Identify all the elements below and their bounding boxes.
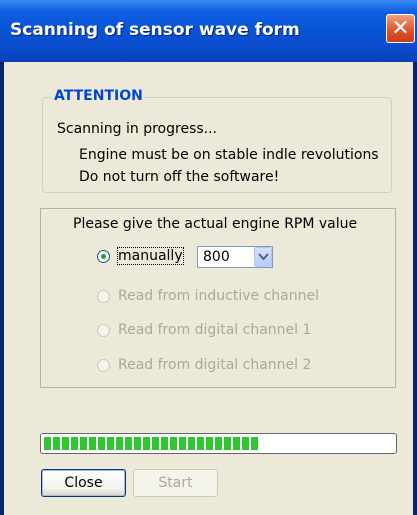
chevron-down-icon[interactable] [254,247,272,267]
close-button[interactable]: Close [41,469,126,497]
radio-digital-1-label[interactable]: Read from digital channel 1 [118,322,311,338]
rpm-prompt: Please give the actual engine RPM value [73,216,358,232]
rpm-value-select[interactable]: 800 [197,246,273,268]
title-bar[interactable]: Scanning of sensor wave form ✕ [0,0,417,62]
radio-inductive-label[interactable]: Read from inductive channel [118,288,319,304]
radio-digital-2[interactable] [97,359,110,372]
radio-digital-2-label[interactable]: Read from digital channel 2 [118,357,311,373]
attention-line-2: Engine must be on stable indle revolutio… [79,147,379,163]
rpm-value: 800 [203,249,230,265]
dialog-window: Scanning of sensor wave form ✕ ATTENTION… [0,0,417,515]
close-glyph: ✕ [391,15,410,41]
progress-fill [44,437,260,450]
progress-bar [40,433,397,454]
radio-selected-dot [101,254,106,259]
radio-digital-1[interactable] [97,324,110,337]
close-window-icon[interactable]: ✕ [386,14,415,43]
radio-manually-label[interactable]: manually [117,247,184,265]
radio-inductive[interactable] [97,290,110,303]
attention-title: ATTENTION [52,88,145,104]
window-title: Scanning of sensor wave form [10,20,300,40]
radio-manually[interactable] [97,250,110,263]
attention-line-1: Scanning in progress... [57,121,218,137]
start-button[interactable]: Start [133,469,218,497]
attention-line-3: Do not turn off the software! [79,169,280,185]
